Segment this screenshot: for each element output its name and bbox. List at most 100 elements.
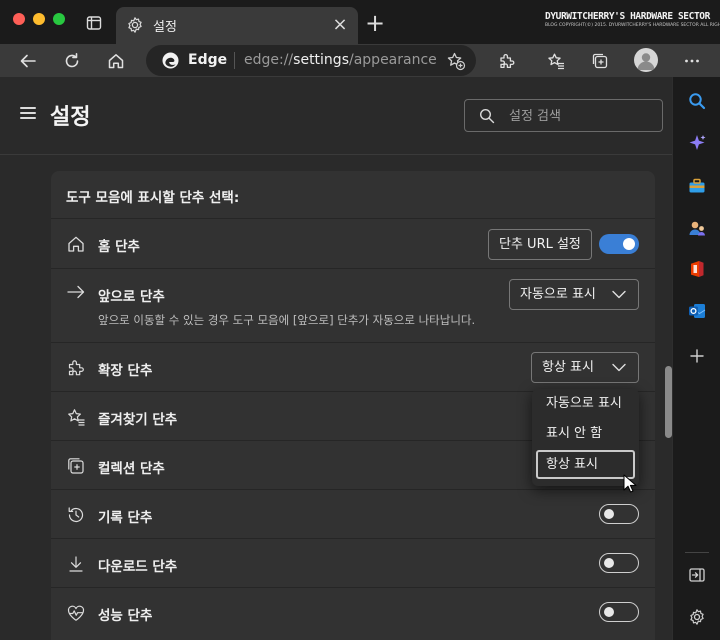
sidebar-add-button[interactable] (685, 344, 709, 368)
tab-settings[interactable]: 설정 × (116, 7, 358, 44)
search-input[interactable] (509, 106, 649, 126)
search-icon (479, 108, 495, 124)
home-icon (108, 54, 124, 69)
address-separator (234, 52, 235, 69)
edge-logo-icon (162, 52, 179, 69)
set-button-url-button[interactable]: 단추 URL 설정 (488, 229, 592, 260)
extensions-button-select[interactable]: 항상 표시 (531, 352, 639, 383)
download-button-toggle[interactable] (599, 553, 639, 573)
home-icon (66, 234, 86, 254)
settings-page: 설정 도구 모음에 표시할 단추 선택: 홈 단추 단추 URL 설정 앞으로 … (0, 77, 672, 640)
back-arrow-icon (20, 54, 36, 68)
row-label: 기록 단추 (98, 510, 153, 526)
url-host: settings (293, 52, 349, 68)
sidebar-search-button[interactable] (685, 89, 709, 113)
row-label: 다운로드 단추 (98, 559, 178, 575)
gear-icon (126, 16, 144, 34)
url-path: /appearance (349, 52, 437, 68)
outlook-icon (689, 304, 706, 318)
extensions-select-menu: 자동으로 표시 표시 안 함 항상 표시 (532, 389, 639, 486)
user-icon (637, 53, 655, 70)
row-history-button: 기록 단추 (51, 489, 655, 538)
select-value: 자동으로 표시 (520, 287, 596, 302)
add-favorite-icon[interactable] (446, 51, 466, 71)
close-window-button[interactable] (13, 13, 25, 25)
row-label: 확장 단추 (98, 363, 153, 379)
sidebar-outlook-button[interactable] (685, 299, 709, 323)
new-tab-button[interactable]: + (364, 11, 386, 35)
download-icon (66, 554, 86, 574)
collections-button[interactable] (587, 48, 613, 74)
performance-button-toggle[interactable] (599, 602, 639, 622)
minimize-window-button[interactable] (33, 13, 45, 25)
watermark-title: DYURWITCHERRY'S HARDWARE SECTOR (545, 11, 710, 22)
row-home-button: 홈 단추 단추 URL 설정 (51, 218, 655, 268)
address-bar[interactable]: Edge edge://settings/appearance (146, 45, 476, 76)
zoom-window-button[interactable] (53, 13, 65, 25)
more-options-button[interactable] (679, 48, 705, 74)
row-label: 홈 단추 (98, 239, 140, 255)
history-button-toggle[interactable] (599, 504, 639, 524)
favorites-icon (548, 53, 564, 70)
row-description: 앞으로 이동할 수 있는 경우 도구 모음에 [앞으로] 단추가 자동으로 나타… (98, 313, 476, 327)
row-forward-button: 앞으로 단추 앞으로 이동할 수 있는 경우 도구 모음에 [앞으로] 단추가 … (51, 268, 655, 342)
option-always-show[interactable]: 항상 표시 (536, 450, 635, 479)
url-scheme: edge:// (244, 52, 294, 68)
row-label: 앞으로 단추 (98, 289, 165, 305)
row-extensions-button: 확장 단추 항상 표시 (51, 342, 655, 391)
address-url[interactable]: edge://settings/appearance (244, 52, 437, 68)
tab-actions-icon[interactable] (86, 15, 102, 31)
history-icon (66, 505, 86, 525)
puzzle-icon (500, 54, 515, 69)
address-brand: Edge (188, 52, 228, 68)
chevron-down-icon (612, 290, 626, 299)
page-scrollbar-thumb[interactable] (665, 366, 672, 438)
title-bar: 설정 × + DYURWITCHERRY'S HARDWARE SECTOR B… (0, 0, 720, 44)
back-button[interactable] (15, 48, 41, 74)
menu-icon[interactable] (20, 107, 36, 121)
home-button-toggle[interactable] (599, 234, 639, 254)
sidebar-copilot-button[interactable] (685, 131, 709, 155)
edge-sidebar (672, 77, 720, 640)
home-button[interactable] (103, 48, 129, 74)
sidebar-office-button[interactable] (685, 257, 709, 281)
watermark: DYURWITCHERRY'S HARDWARE SECTOR BLOG COP… (545, 11, 720, 28)
row-label: 컬렉션 단추 (98, 461, 165, 477)
refresh-button[interactable] (59, 48, 85, 74)
extensions-button[interactable] (494, 48, 520, 74)
settings-header: 설정 (0, 77, 672, 155)
collections-icon (592, 53, 608, 69)
sparkle-icon (689, 135, 706, 150)
people-icon (689, 221, 705, 236)
tab-title: 설정 (153, 20, 177, 35)
page-title: 설정 (50, 105, 91, 130)
chevron-down-icon (612, 363, 626, 372)
option-hide[interactable]: 표시 안 함 (536, 419, 635, 448)
settings-search[interactable] (464, 99, 663, 132)
favorites-button[interactable] (543, 48, 569, 74)
office-icon (691, 261, 704, 277)
close-tab-icon[interactable]: × (330, 15, 350, 35)
sidebar-people-button[interactable] (685, 216, 709, 240)
forward-button-select[interactable]: 자동으로 표시 (509, 279, 639, 310)
sidebar-settings-button[interactable] (685, 605, 709, 629)
row-performance-button: 성능 단추 (51, 587, 655, 636)
arrow-right-icon (66, 282, 86, 302)
mouse-cursor-icon (623, 474, 637, 494)
browser-toolbar: Edge edge://settings/appearance (0, 44, 720, 77)
row-label: 즐겨찾기 단추 (98, 412, 178, 428)
sidebar-hide-button[interactable] (685, 563, 709, 587)
collections-icon (66, 456, 86, 476)
puzzle-icon (66, 358, 86, 378)
refresh-icon (65, 53, 79, 68)
sidebar-toggle-icon (689, 568, 705, 582)
profile-avatar[interactable] (634, 48, 658, 72)
row-label: 성능 단추 (98, 608, 153, 624)
section-title: 도구 모음에 표시할 단추 선택: (66, 190, 240, 206)
sidebar-tools-button[interactable] (685, 174, 709, 198)
gear-icon (690, 609, 704, 625)
select-value: 항상 표시 (542, 360, 594, 375)
option-auto-show[interactable]: 자동으로 표시 (536, 389, 635, 418)
plus-icon (690, 349, 704, 363)
sidebar-divider (685, 552, 709, 553)
